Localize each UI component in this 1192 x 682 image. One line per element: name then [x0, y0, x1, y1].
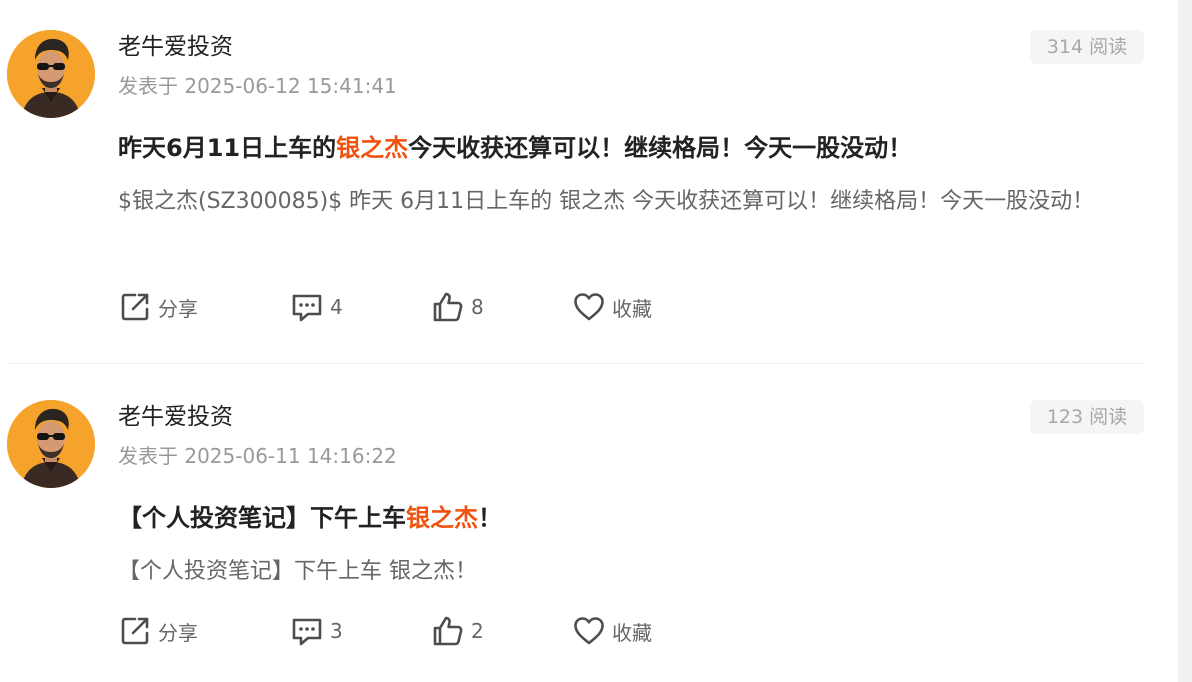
comment-button[interactable]: 4	[290, 287, 343, 327]
comment-count: 4	[330, 295, 343, 319]
like-button[interactable]: 8	[431, 287, 484, 327]
title-text: 【个人投资笔记】下午上车	[118, 504, 406, 532]
favorite-icon	[574, 293, 604, 321]
avatar[interactable]	[7, 30, 95, 118]
action-bar: 分享 3 2 收藏	[118, 611, 818, 651]
like-count: 8	[471, 295, 484, 319]
read-count-badge: 123 阅读	[1030, 400, 1144, 434]
post-timestamp: 发表于 2025-06-11 14:16:22	[118, 444, 397, 468]
favorite-button[interactable]: 收藏	[572, 287, 652, 327]
read-count-badge: 314 阅读	[1030, 30, 1144, 64]
like-button[interactable]: 2	[431, 611, 484, 651]
comment-button[interactable]: 3	[290, 611, 343, 651]
like-icon	[433, 292, 463, 322]
comment-icon	[292, 294, 322, 322]
share-icon	[121, 293, 149, 321]
post-card: 老牛爱投资 发表于 2025-06-12 15:41:41 314 阅读 昨天6…	[0, 0, 1178, 364]
avatar[interactable]	[7, 400, 95, 488]
author-name[interactable]: 老牛爱投资	[118, 401, 233, 433]
author-name[interactable]: 老牛爱投资	[118, 31, 233, 63]
like-icon	[433, 616, 463, 646]
share-label: 分享	[158, 296, 198, 321]
like-count: 2	[471, 619, 484, 643]
favorite-label: 收藏	[612, 296, 652, 321]
post-title[interactable]: 【个人投资笔记】下午上车银之杰！	[118, 498, 1148, 538]
favorite-icon	[574, 617, 604, 645]
comment-icon	[292, 618, 322, 646]
share-button[interactable]: 分享	[118, 287, 198, 327]
stock-highlight[interactable]: 银之杰	[406, 504, 478, 532]
title-text-rest: ！	[478, 504, 502, 532]
share-label: 分享	[158, 620, 198, 645]
scrollbar[interactable]	[1178, 0, 1192, 682]
post-feed: 老牛爱投资 发表于 2025-06-12 15:41:41 314 阅读 昨天6…	[0, 0, 1178, 682]
share-button[interactable]: 分享	[118, 611, 198, 651]
title-text-rest: 今天收获还算可以！继续格局！今天一股没动！	[408, 134, 913, 162]
favorite-button[interactable]: 收藏	[572, 611, 652, 651]
favorite-label: 收藏	[612, 620, 652, 645]
post-card: 老牛爱投资 发表于 2025-06-11 14:16:22 123 阅读 【个人…	[0, 364, 1178, 682]
title-text: 昨天6月11日上车的	[118, 134, 337, 162]
comment-count: 3	[330, 619, 343, 643]
stock-highlight[interactable]: 银之杰	[336, 134, 408, 162]
post-timestamp: 发表于 2025-06-12 15:41:41	[118, 74, 397, 98]
post-excerpt[interactable]: 【个人投资笔记】下午上车 银之杰！	[118, 550, 1148, 593]
post-title[interactable]: 昨天6月11日上车的银之杰今天收获还算可以！继续格局！今天一股没动！	[118, 128, 1148, 168]
share-icon	[121, 617, 149, 645]
action-bar: 分享 4 8 收藏	[118, 287, 818, 327]
post-excerpt[interactable]: $银之杰(SZ300085)$ 昨天 6月11日上车的 银之杰 今天收获还算可以…	[118, 180, 1148, 223]
